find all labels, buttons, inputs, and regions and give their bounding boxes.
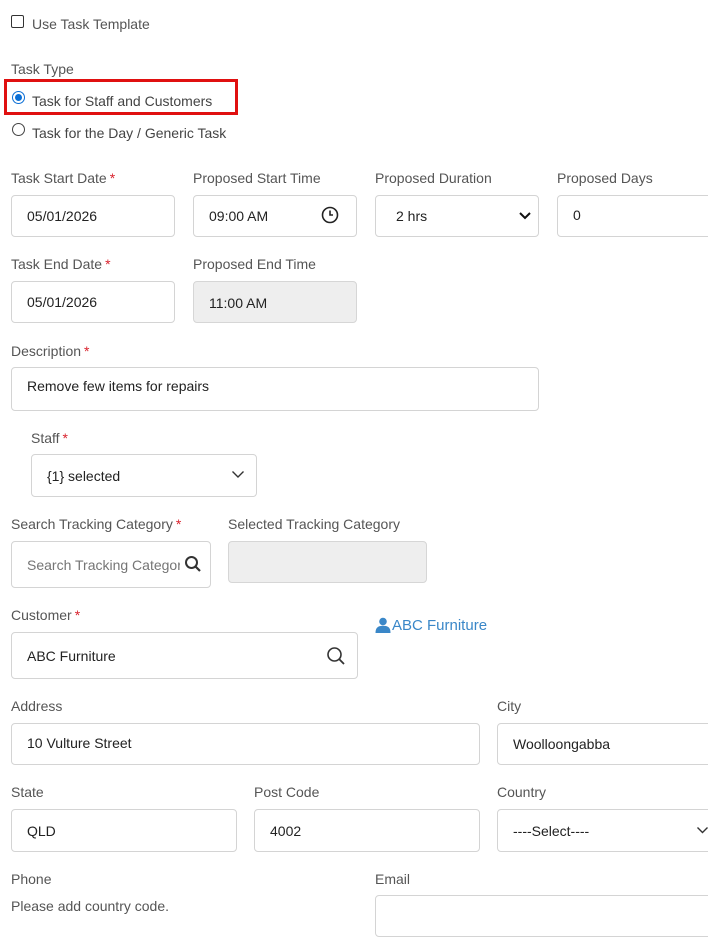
end-time-label: Proposed End Time (193, 256, 316, 272)
start-time-label: Proposed Start Time (193, 170, 321, 186)
city-input[interactable]: Woolloongabba (497, 723, 708, 765)
task-type-label: Task Type (11, 61, 74, 77)
customer-input[interactable]: ABC Furniture (11, 632, 358, 679)
use-task-template-label: Use Task Template (32, 16, 150, 32)
address-input[interactable]: 10 Vulture Street (11, 723, 480, 765)
search-icon[interactable] (183, 554, 203, 574)
days-input[interactable]: 0 (557, 195, 708, 237)
phone-hint: Please add country code. (11, 898, 169, 914)
phone-label: Phone (11, 871, 52, 887)
country-select[interactable]: ----Select---- (497, 809, 708, 852)
state-label: State (11, 784, 44, 800)
address-label: Address (11, 698, 63, 714)
task-type-option-generic[interactable]: Task for the Day / Generic Task (32, 125, 226, 141)
selected-tracking-label: Selected Tracking Category (228, 516, 400, 532)
end-date-label: Task End Date * (11, 256, 111, 272)
city-label: City (497, 698, 522, 714)
clock-icon[interactable] (320, 205, 340, 225)
end-time-input: 11:00 AM (193, 281, 357, 323)
selected-tracking-input (228, 541, 427, 583)
description-input[interactable]: Remove few items for repairs (11, 367, 539, 411)
staff-label: Staff * (31, 430, 68, 446)
description-label: Description * (11, 343, 90, 359)
customer-link[interactable]: ABC Furniture (392, 617, 487, 634)
email-input[interactable] (375, 895, 708, 937)
post-code-input[interactable]: 4002 (254, 809, 480, 852)
customer-label: Customer * (11, 607, 81, 623)
end-date-input[interactable]: 05/01/2026 (11, 281, 175, 323)
start-date-input[interactable]: 05/01/2026 (11, 195, 175, 237)
staff-multiselect[interactable]: {1} selected (31, 454, 257, 497)
email-label: Email (375, 871, 411, 887)
search-tracking-label: Search Tracking Category * (11, 516, 182, 532)
chevron-down-icon (517, 208, 533, 224)
chevron-down-icon (230, 466, 246, 482)
user-icon (375, 617, 391, 633)
start-date-label: Task Start Date * (11, 170, 116, 186)
duration-select[interactable]: 2 hrs (375, 195, 539, 237)
task-type-radio-generic[interactable] (12, 123, 25, 136)
task-type-radio-staff-customers[interactable] (12, 91, 25, 104)
country-label: Country (497, 784, 547, 800)
duration-label: Proposed Duration (375, 170, 492, 186)
state-input[interactable]: QLD (11, 809, 237, 852)
use-task-template-checkbox[interactable] (11, 15, 24, 28)
search-tracking-input[interactable] (11, 541, 211, 588)
search-icon[interactable] (325, 645, 347, 667)
task-type-option-staff-customers[interactable]: Task for Staff and Customers (32, 93, 212, 109)
days-label: Proposed Days (557, 170, 653, 186)
post-code-label: Post Code (254, 784, 320, 800)
chevron-down-icon (695, 823, 708, 837)
